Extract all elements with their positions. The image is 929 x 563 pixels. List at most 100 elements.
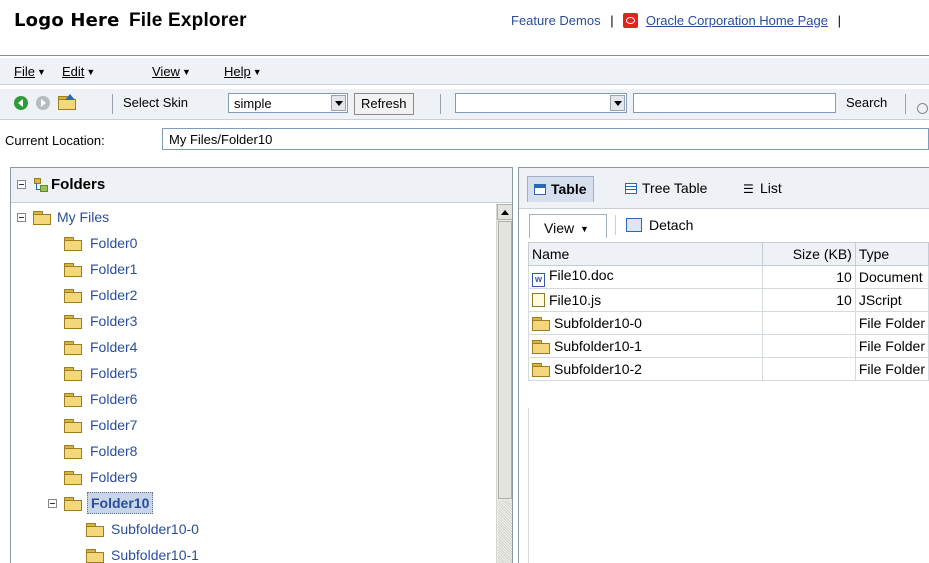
tab-table-label: Table (551, 181, 587, 197)
folder-icon (64, 237, 82, 251)
menu-view-label: View (152, 64, 180, 79)
scroll-up-icon[interactable] (497, 204, 512, 220)
toolbar-separator (615, 215, 616, 235)
tree-node-folder[interactable]: Folder0 (90, 235, 137, 251)
link-separator: | (837, 13, 841, 28)
folder-icon (64, 263, 82, 277)
collapse-toggle-icon[interactable] (17, 180, 26, 189)
tree-node-selected[interactable]: Folder10 (87, 492, 154, 514)
tree-node-subfolder[interactable]: Subfolder10-0 (111, 521, 199, 537)
table-toolbar: View ▼ Detach (519, 209, 929, 239)
cell-size: 10 (762, 265, 856, 289)
menu-bar (0, 58, 929, 85)
forward-arrow-icon[interactable] (36, 96, 50, 110)
detach-icon[interactable] (626, 218, 642, 232)
table-row[interactable]: Subfolder10-0 File Folder (527, 311, 929, 335)
collapse-toggle-icon[interactable] (17, 213, 26, 222)
tab-table[interactable]: Table (527, 176, 594, 202)
folder-icon (532, 340, 550, 354)
folder-icon (64, 471, 82, 485)
menu-edit-label: Edit (62, 64, 85, 79)
back-arrow-icon[interactable] (14, 96, 28, 110)
cell-type: Document (854, 265, 929, 289)
tree-node-folder[interactable]: Folder5 (90, 365, 137, 381)
table-row[interactable]: Subfolder10-2 File Folder (527, 357, 929, 381)
folders-panel-header: Folders (11, 168, 512, 203)
column-header-type[interactable]: Type (854, 242, 929, 266)
folder-icon (64, 393, 82, 407)
table-row[interactable]: File10.doc 10 Document (527, 265, 929, 289)
header-divider (0, 55, 929, 56)
current-location-field[interactable]: My Files/Folder10 (162, 128, 929, 150)
toolbar-separator (112, 94, 113, 114)
menu-view[interactable]: View ▼ (152, 64, 191, 79)
location-select[interactable] (455, 93, 627, 113)
content-panel: Table Tree Table ☰ List View ▼ Detach Nam… (518, 167, 929, 563)
menu-file[interactable]: File ▼ (14, 64, 46, 79)
search-button[interactable]: Search (846, 95, 887, 110)
view-tabs-bar: Table Tree Table ☰ List (519, 168, 929, 209)
tree-node-folder[interactable]: Folder6 (90, 391, 137, 407)
cell-size (762, 357, 856, 381)
tree-scrollbar[interactable] (496, 204, 512, 563)
header-links: Feature Demos | Oracle Corporation Home … (511, 13, 847, 28)
feature-demos-link[interactable]: Feature Demos (511, 13, 601, 28)
chevron-down-icon[interactable] (610, 95, 625, 111)
tree-node-folder[interactable]: Folder4 (90, 339, 137, 355)
search-input[interactable] (633, 93, 836, 113)
skin-select[interactable]: simple (228, 93, 348, 113)
tab-list[interactable]: ☰ List (737, 176, 788, 202)
tab-tree-table-label: Tree Table (642, 180, 708, 196)
tree-node-folder[interactable]: Folder8 (90, 443, 137, 459)
skin-select-value: simple (234, 96, 272, 111)
menu-edit[interactable]: Edit ▼ (62, 64, 95, 79)
menu-file-label: File (14, 64, 35, 79)
view-menu-button[interactable]: View ▼ (529, 214, 607, 238)
tree-node-subfolder[interactable]: Subfolder10-1 (111, 547, 199, 563)
chevron-down-icon[interactable] (331, 95, 346, 111)
toolbar-separator (905, 94, 906, 114)
tab-tree-table[interactable]: Tree Table (619, 176, 713, 202)
select-skin-label: Select Skin (123, 95, 189, 110)
column-header-size[interactable]: Size (KB) (762, 242, 856, 266)
table-row[interactable]: Subfolder10-1 File Folder (527, 334, 929, 358)
tree-node-my-files[interactable]: My Files (57, 209, 109, 225)
file-table: Name Size (KB) Type File10.doc 10 Docume… (527, 242, 929, 381)
table-empty-area (528, 408, 929, 563)
detach-button[interactable]: Detach (649, 217, 693, 233)
file-name: Subfolder10-2 (554, 361, 642, 377)
cell-type: File Folder (854, 311, 929, 335)
toolbar-separator (440, 94, 441, 114)
folder-icon (64, 445, 82, 459)
tree-node-folder[interactable]: Folder3 (90, 313, 137, 329)
tree-node-folder[interactable]: Folder1 (90, 261, 137, 277)
cell-name: Subfolder10-2 (527, 357, 764, 381)
chevron-down-icon: ▼ (36, 67, 46, 77)
current-location-label: Current Location: (5, 133, 105, 148)
folder-up-icon[interactable] (58, 94, 76, 110)
cell-type: JScript (854, 288, 929, 312)
scrollbar-track[interactable] (498, 500, 512, 563)
overflow-icon[interactable] (917, 103, 928, 114)
tree-node-folder[interactable]: Folder9 (90, 469, 137, 485)
chevron-down-icon: ▼ (252, 67, 262, 77)
folder-icon (33, 211, 51, 225)
js-file-icon (532, 293, 545, 307)
file-name: File10.js (549, 292, 602, 308)
scrollbar-thumb[interactable] (498, 221, 512, 499)
table-row[interactable]: File10.js 10 JScript (527, 288, 929, 312)
column-header-name[interactable]: Name (527, 242, 764, 266)
tree-node-folder[interactable]: Folder7 (90, 417, 137, 433)
chevron-down-icon: ▼ (86, 67, 96, 77)
menu-help[interactable]: Help ▼ (224, 64, 262, 79)
app-header-title: Logo Here File Explorer (14, 10, 247, 32)
folder-icon (532, 363, 550, 377)
tree-node-folder[interactable]: Folder2 (90, 287, 137, 303)
link-separator: | (610, 13, 614, 28)
collapse-toggle-icon[interactable] (48, 499, 57, 508)
word-doc-icon (532, 273, 545, 287)
cell-type: File Folder (854, 334, 929, 358)
refresh-button[interactable]: Refresh (354, 93, 414, 115)
oracle-home-link[interactable]: Oracle Corporation Home Page (646, 13, 828, 28)
cell-name: File10.doc (527, 265, 764, 289)
